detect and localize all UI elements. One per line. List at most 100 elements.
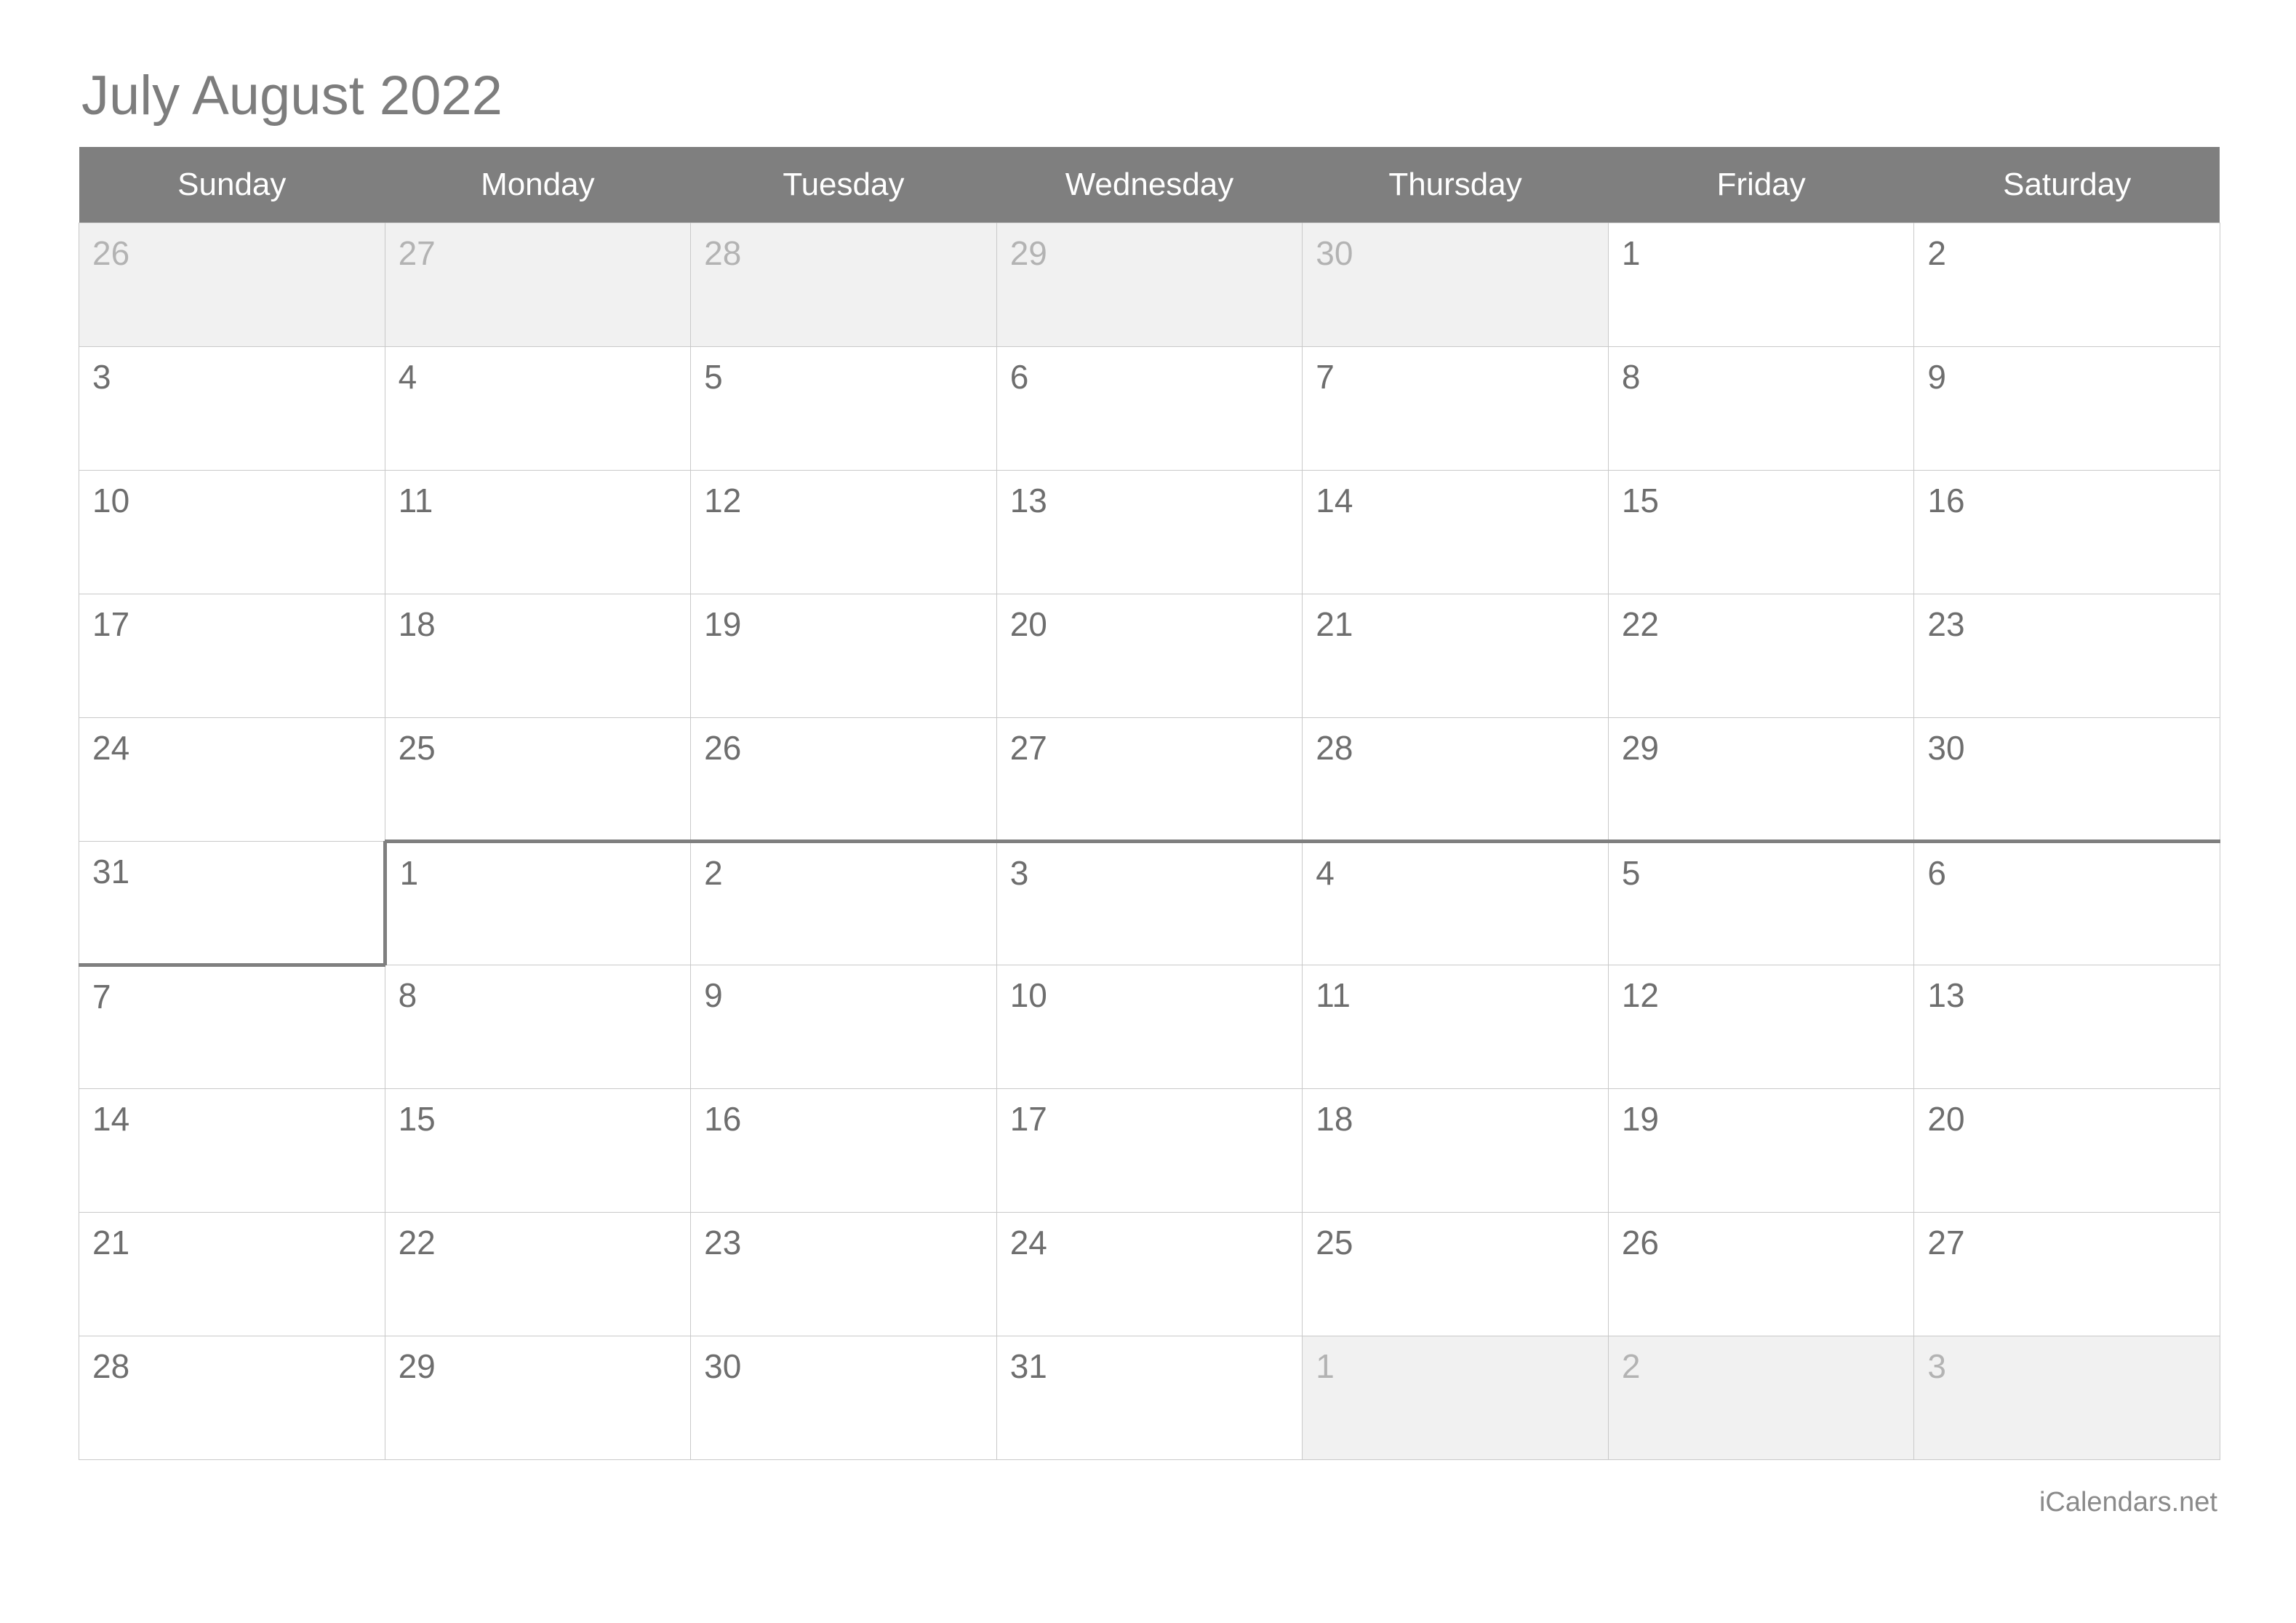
day-number: 1 [1621, 234, 1641, 272]
day-number: 7 [1316, 358, 1335, 396]
day-number: 2 [704, 854, 723, 892]
calendar-day-cell[interactable]: 1 [1607, 223, 1915, 347]
calendar-day-cell[interactable]: 1 [384, 840, 692, 965]
calendar-day-cell[interactable]: 29 [1607, 717, 1915, 842]
calendar-day-cell[interactable]: 11 [384, 470, 692, 594]
calendar-day-cell[interactable]: 22 [1607, 594, 1915, 718]
calendar-day-cell[interactable]: 9 [1913, 346, 2220, 471]
calendar-day-cell[interactable]: 14 [1302, 470, 1609, 594]
day-number: 25 [1316, 1224, 1353, 1261]
calendar-day-cell[interactable]: 24 [79, 717, 385, 842]
calendar-day-cell[interactable]: 17 [996, 1088, 1303, 1213]
day-number: 20 [1009, 605, 1047, 643]
day-number: 10 [1009, 976, 1047, 1014]
calendar-day-cell[interactable]: 31 [79, 841, 387, 967]
day-number: 31 [92, 853, 130, 890]
calendar-day-cell[interactable]: 4 [384, 346, 692, 471]
calendar-day-cell[interactable]: 17 [79, 594, 385, 718]
calendar-day-cell[interactable]: 20 [1913, 1088, 2220, 1213]
calendar-day-cell[interactable]: 3 [1913, 1336, 2220, 1460]
calendar-day-cell[interactable]: 28 [690, 223, 997, 347]
calendar-day-cell[interactable]: 19 [1607, 1088, 1915, 1213]
calendar-day-cell[interactable]: 27 [1913, 1212, 2220, 1336]
calendar-day-cell[interactable]: 2 [690, 840, 997, 965]
calendar-week-row: 21 22 23 24 25 26 27 [79, 1212, 2220, 1336]
calendar-day-cell[interactable]: 10 [79, 470, 385, 594]
calendar-day-cell[interactable]: 13 [996, 470, 1303, 594]
calendar-day-cell[interactable]: 6 [1913, 840, 2220, 965]
calendar-day-cell[interactable]: 21 [79, 1212, 385, 1336]
calendar-day-cell[interactable]: 16 [690, 1088, 997, 1213]
day-number: 29 [1621, 729, 1659, 767]
calendar-day-cell[interactable]: 7 [79, 965, 385, 1089]
calendar-day-cell[interactable]: 15 [1607, 470, 1915, 594]
day-number: 1 [1316, 1347, 1335, 1385]
calendar-day-cell[interactable]: 27 [384, 223, 692, 347]
calendar-day-cell[interactable]: 24 [996, 1212, 1303, 1336]
calendar-day-cell[interactable]: 13 [1913, 965, 2220, 1089]
calendar-day-cell[interactable]: 18 [1302, 1088, 1609, 1213]
calendar-day-cell[interactable]: 27 [996, 717, 1303, 842]
calendar-day-cell[interactable]: 3 [79, 346, 385, 471]
calendar-day-cell[interactable]: 9 [690, 965, 997, 1089]
day-number: 14 [1316, 482, 1353, 519]
day-number: 21 [92, 1224, 130, 1261]
calendar-day-cell[interactable]: 25 [384, 717, 692, 842]
calendar-day-cell[interactable]: 23 [690, 1212, 997, 1336]
calendar-day-cell[interactable]: 8 [1607, 346, 1915, 471]
calendar-day-cell[interactable]: 18 [384, 594, 692, 718]
calendar-day-cell[interactable]: 28 [79, 1336, 385, 1460]
calendar-week-row: 17 18 19 20 21 22 23 [79, 594, 2220, 718]
day-number: 26 [92, 234, 130, 272]
calendar-page: July August 2022 Sunday Monday Tuesday Wedn… [0, 0, 2296, 1623]
day-number: 15 [1621, 482, 1659, 519]
calendar-day-cell[interactable]: 5 [1607, 840, 1915, 965]
calendar-day-cell[interactable]: 26 [1607, 1212, 1915, 1336]
calendar-day-cell[interactable]: 16 [1913, 470, 2220, 594]
calendar-day-cell[interactable]: 12 [690, 470, 997, 594]
calendar-day-cell[interactable]: 23 [1913, 594, 2220, 718]
calendar-day-cell[interactable]: 14 [79, 1088, 385, 1213]
calendar-day-cell[interactable]: 20 [996, 594, 1303, 718]
calendar-day-cell[interactable]: 19 [690, 594, 997, 718]
calendar-day-cell[interactable]: 21 [1302, 594, 1609, 718]
calendar-day-cell[interactable]: 26 [690, 717, 997, 842]
day-number: 3 [1927, 1347, 1946, 1385]
calendar-day-cell[interactable]: 28 [1302, 717, 1609, 842]
calendar-week-row: 14 15 16 17 18 19 20 [79, 1088, 2220, 1213]
day-number: 11 [398, 482, 433, 519]
calendar-week-row: 26 27 28 29 30 1 2 [79, 223, 2220, 347]
day-number: 8 [398, 976, 417, 1014]
calendar-day-cell[interactable]: 3 [996, 840, 1303, 965]
calendar-day-cell[interactable]: 30 [1913, 717, 2220, 842]
calendar-day-cell[interactable]: 30 [1302, 223, 1609, 347]
calendar-day-cell[interactable]: 2 [1913, 223, 2220, 347]
calendar-day-cell[interactable]: 26 [79, 223, 385, 347]
calendar-day-cell[interactable]: 29 [384, 1336, 692, 1460]
calendar-day-cell[interactable]: 7 [1302, 346, 1609, 471]
calendar-day-cell[interactable]: 1 [1302, 1336, 1609, 1460]
calendar-day-cell[interactable]: 29 [996, 223, 1303, 347]
calendar-day-cell[interactable]: 5 [690, 346, 997, 471]
day-number: 22 [398, 1224, 436, 1261]
day-number: 14 [92, 1100, 130, 1138]
calendar-day-cell[interactable]: 6 [996, 346, 1303, 471]
calendar-day-cell[interactable]: 10 [996, 965, 1303, 1089]
calendar-day-cell[interactable]: 22 [384, 1212, 692, 1336]
calendar-day-cell[interactable]: 25 [1302, 1212, 1609, 1336]
calendar-day-cell[interactable]: 15 [384, 1088, 692, 1213]
calendar-day-cell[interactable]: 2 [1607, 1336, 1915, 1460]
calendar-day-cell[interactable]: 8 [384, 965, 692, 1089]
day-number: 2 [1621, 1347, 1641, 1385]
calendar-day-cell[interactable]: 12 [1607, 965, 1915, 1089]
day-number: 17 [92, 605, 130, 643]
weekday-header-wednesday: Wednesday [996, 147, 1303, 223]
calendar-day-cell[interactable]: 4 [1302, 840, 1609, 965]
calendar-day-cell[interactable]: 11 [1302, 965, 1609, 1089]
calendar-week-row: 10 11 12 13 14 15 16 [79, 470, 2220, 594]
day-number: 29 [1009, 234, 1047, 272]
day-number: 12 [1621, 976, 1659, 1014]
day-number: 5 [704, 358, 723, 396]
calendar-day-cell[interactable]: 31 [996, 1336, 1303, 1460]
calendar-day-cell[interactable]: 30 [690, 1336, 997, 1460]
